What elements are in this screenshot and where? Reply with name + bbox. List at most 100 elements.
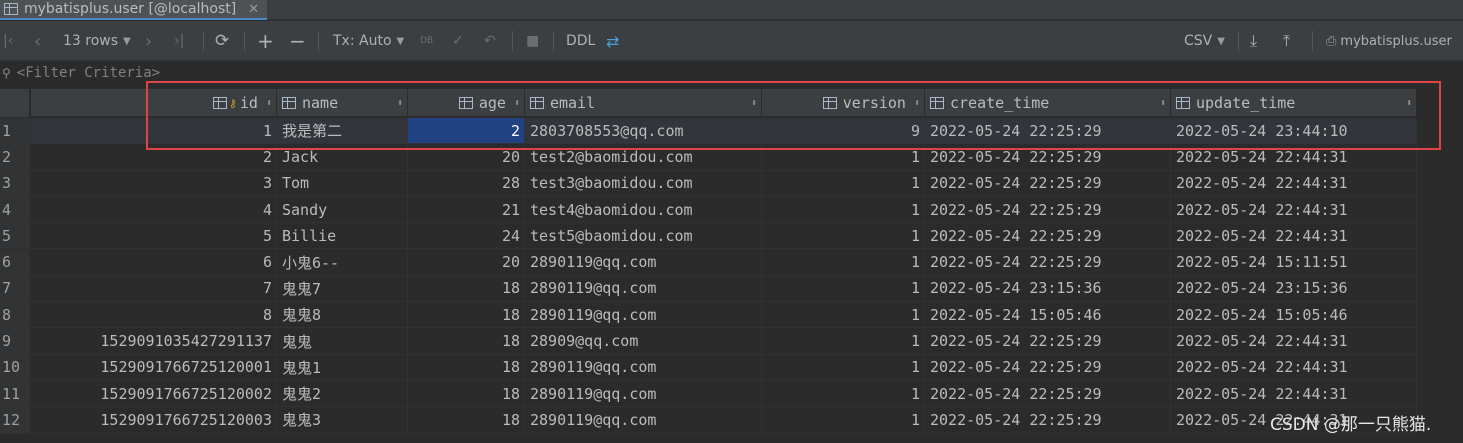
cell-name[interactable]: 鬼鬼1: [277, 354, 408, 381]
cell-name[interactable]: Billie: [277, 223, 408, 250]
cell-version[interactable]: 1: [762, 302, 925, 329]
cell-name[interactable]: 鬼鬼2: [277, 381, 408, 408]
commit-icon[interactable]: ✓: [452, 21, 464, 61]
cell-id[interactable]: 1529091766725120002: [30, 381, 277, 408]
sort-icon[interactable]: ⬍: [397, 98, 403, 109]
cell-name[interactable]: 鬼鬼3: [277, 407, 408, 434]
cell-create-time[interactable]: 2022-05-24 22:25:29: [925, 170, 1171, 197]
cell-create-time[interactable]: 2022-05-24 22:25:29: [925, 249, 1171, 276]
cell-update-time[interactable]: 2022-05-24 22:44:31: [1171, 223, 1417, 250]
rollback-icon[interactable]: ↶: [484, 21, 496, 61]
cell-create-time[interactable]: 2022-05-24 22:25:29: [925, 144, 1171, 171]
cell-create-time[interactable]: 2022-05-24 22:25:29: [925, 118, 1171, 145]
cell-email[interactable]: test5@baomidou.com: [525, 223, 762, 250]
cell-email[interactable]: 2890119@qq.com: [525, 249, 762, 276]
cell-email[interactable]: 2890119@qq.com: [525, 407, 762, 434]
cell-version[interactable]: 1: [762, 223, 925, 250]
cell-update-time[interactable]: 2022-05-24 22:44:31: [1171, 170, 1417, 197]
cell-id[interactable]: 1: [30, 118, 277, 145]
cell-id[interactable]: 2: [30, 144, 277, 171]
close-icon[interactable]: ✕: [248, 2, 259, 17]
cell-create-time[interactable]: 2022-05-24 22:25:29: [925, 381, 1171, 408]
cell-update-time[interactable]: 2022-05-24 22:44:31: [1171, 354, 1417, 381]
upload-icon[interactable]: ⤒: [1283, 21, 1290, 61]
cell-id[interactable]: 3: [30, 170, 277, 197]
cell-update-time[interactable]: 2022-05-24 22:44:31: [1171, 196, 1417, 224]
table-row[interactable]: 8 8 鬼鬼8 18 2890119@qq.com 1 2022-05-24 15:05:4…: [0, 302, 1463, 329]
cell-name[interactable]: Jack: [277, 144, 408, 171]
compare-icon[interactable]: ⇄: [606, 21, 619, 61]
rows-count-dropdown[interactable]: 13 rows ▼: [63, 21, 131, 61]
cell-update-time[interactable]: 2022-05-24 22:44:31: [1171, 328, 1417, 355]
table-row[interactable]: 1 1 我是第二 2 2803708553@qq.com 9 2022-05-24 22:2…: [0, 118, 1463, 145]
filter-criteria-bar[interactable]: ⚲ <Filter Criteria>: [0, 62, 1463, 84]
cell-email[interactable]: test2@baomidou.com: [525, 144, 762, 171]
cell-version[interactable]: 9: [762, 118, 925, 145]
sort-icon[interactable]: ⬍: [266, 98, 272, 109]
filter-input[interactable]: <Filter Criteria>: [17, 65, 160, 81]
cell-version[interactable]: 1: [762, 275, 925, 303]
cell-age[interactable]: 18: [408, 381, 525, 408]
cell-email[interactable]: test4@baomidou.com: [525, 196, 762, 224]
column-header-update-time[interactable]: update_time ⬍: [1171, 89, 1417, 117]
cell-version[interactable]: 1: [762, 381, 925, 408]
cell-name[interactable]: 鬼鬼: [277, 328, 408, 355]
cell-id[interactable]: 1529091766725120003: [30, 407, 277, 434]
cell-name[interactable]: 鬼鬼8: [277, 302, 408, 329]
table-row[interactable]: 4 4 Sandy 21 test4@baomidou.com 1 2022-05-24 2…: [0, 196, 1463, 224]
cell-id[interactable]: 4: [30, 196, 277, 224]
cell-create-time[interactable]: 2022-05-24 22:25:29: [925, 407, 1171, 434]
first-page-icon[interactable]: |‹: [3, 21, 13, 61]
sort-icon[interactable]: ⬍: [914, 98, 920, 109]
table-row[interactable]: 11 1529091766725120002 鬼鬼2 18 2890119@qq.com…: [0, 381, 1463, 408]
cell-version[interactable]: 1: [762, 328, 925, 355]
cell-email[interactable]: 28909@qq.com: [525, 328, 762, 355]
cell-id[interactable]: 8: [30, 302, 277, 329]
cell-name[interactable]: 小鬼6--: [277, 249, 408, 276]
cell-id[interactable]: 5: [30, 223, 277, 250]
cell-age[interactable]: 18: [408, 407, 525, 434]
cell-name[interactable]: 我是第二: [277, 118, 408, 145]
cell-update-time[interactable]: 2022-05-24 15:05:46: [1171, 302, 1417, 329]
sort-icon[interactable]: ⬍: [514, 98, 520, 109]
cell-create-time[interactable]: 2022-05-24 22:25:29: [925, 196, 1171, 224]
cell-age[interactable]: 21: [408, 196, 525, 224]
cell-age[interactable]: 20: [408, 249, 525, 276]
column-header-version[interactable]: version ⬍: [762, 89, 925, 117]
table-row[interactable]: 6 6 小鬼6-- 20 2890119@qq.com 1 2022-05-24 22:25…: [0, 249, 1463, 276]
cell-age[interactable]: 20: [408, 144, 525, 171]
column-header-email[interactable]: email ⬍: [525, 89, 762, 117]
db-icon[interactable]: DB: [420, 21, 433, 61]
stop-icon[interactable]: ■: [526, 21, 539, 61]
cell-name[interactable]: 鬼鬼7: [277, 275, 408, 303]
last-page-icon[interactable]: ›|: [174, 21, 184, 61]
cell-age[interactable]: 24: [408, 223, 525, 250]
cell-email[interactable]: 2890119@qq.com: [525, 302, 762, 329]
cell-create-time[interactable]: 2022-05-24 22:25:29: [925, 223, 1171, 250]
next-page-icon[interactable]: ›: [145, 21, 152, 61]
export-format-dropdown[interactable]: CSV ▼: [1184, 21, 1225, 61]
cell-update-time[interactable]: 2022-05-24 23:15:36: [1171, 275, 1417, 303]
cell-version[interactable]: 1: [762, 196, 925, 224]
cell-update-time[interactable]: 2022-05-24 22:44:31: [1171, 381, 1417, 408]
cell-version[interactable]: 1: [762, 170, 925, 197]
cell-age[interactable]: 2: [408, 118, 525, 145]
cell-email[interactable]: 2890119@qq.com: [525, 275, 762, 303]
cell-version[interactable]: 1: [762, 144, 925, 171]
download-icon[interactable]: ⤓: [1250, 21, 1257, 61]
column-header-id[interactable]: ⚷ id ⬍: [30, 89, 277, 117]
cell-age[interactable]: 18: [408, 328, 525, 355]
cell-age[interactable]: 18: [408, 354, 525, 381]
cell-update-time[interactable]: 2022-05-24 23:44:10: [1171, 118, 1417, 145]
cell-email[interactable]: 2890119@qq.com: [525, 381, 762, 408]
cell-name[interactable]: Tom: [277, 170, 408, 197]
cell-age[interactable]: 18: [408, 302, 525, 329]
cell-id[interactable]: 1529091035427291137: [30, 328, 277, 355]
cell-create-time[interactable]: 2022-05-24 23:15:36: [925, 275, 1171, 303]
column-header-create-time[interactable]: create_time ⬍: [925, 89, 1171, 117]
cell-email[interactable]: 2890119@qq.com: [525, 354, 762, 381]
sort-icon[interactable]: ⬍: [751, 98, 757, 109]
cell-id[interactable]: 1529091766725120001: [30, 354, 277, 381]
table-row[interactable]: 5 5 Billie 24 test5@baomidou.com 1 2022-05-24 …: [0, 223, 1463, 250]
table-row[interactable]: 10 1529091766725120001 鬼鬼1 18 2890119@qq.com…: [0, 354, 1463, 381]
